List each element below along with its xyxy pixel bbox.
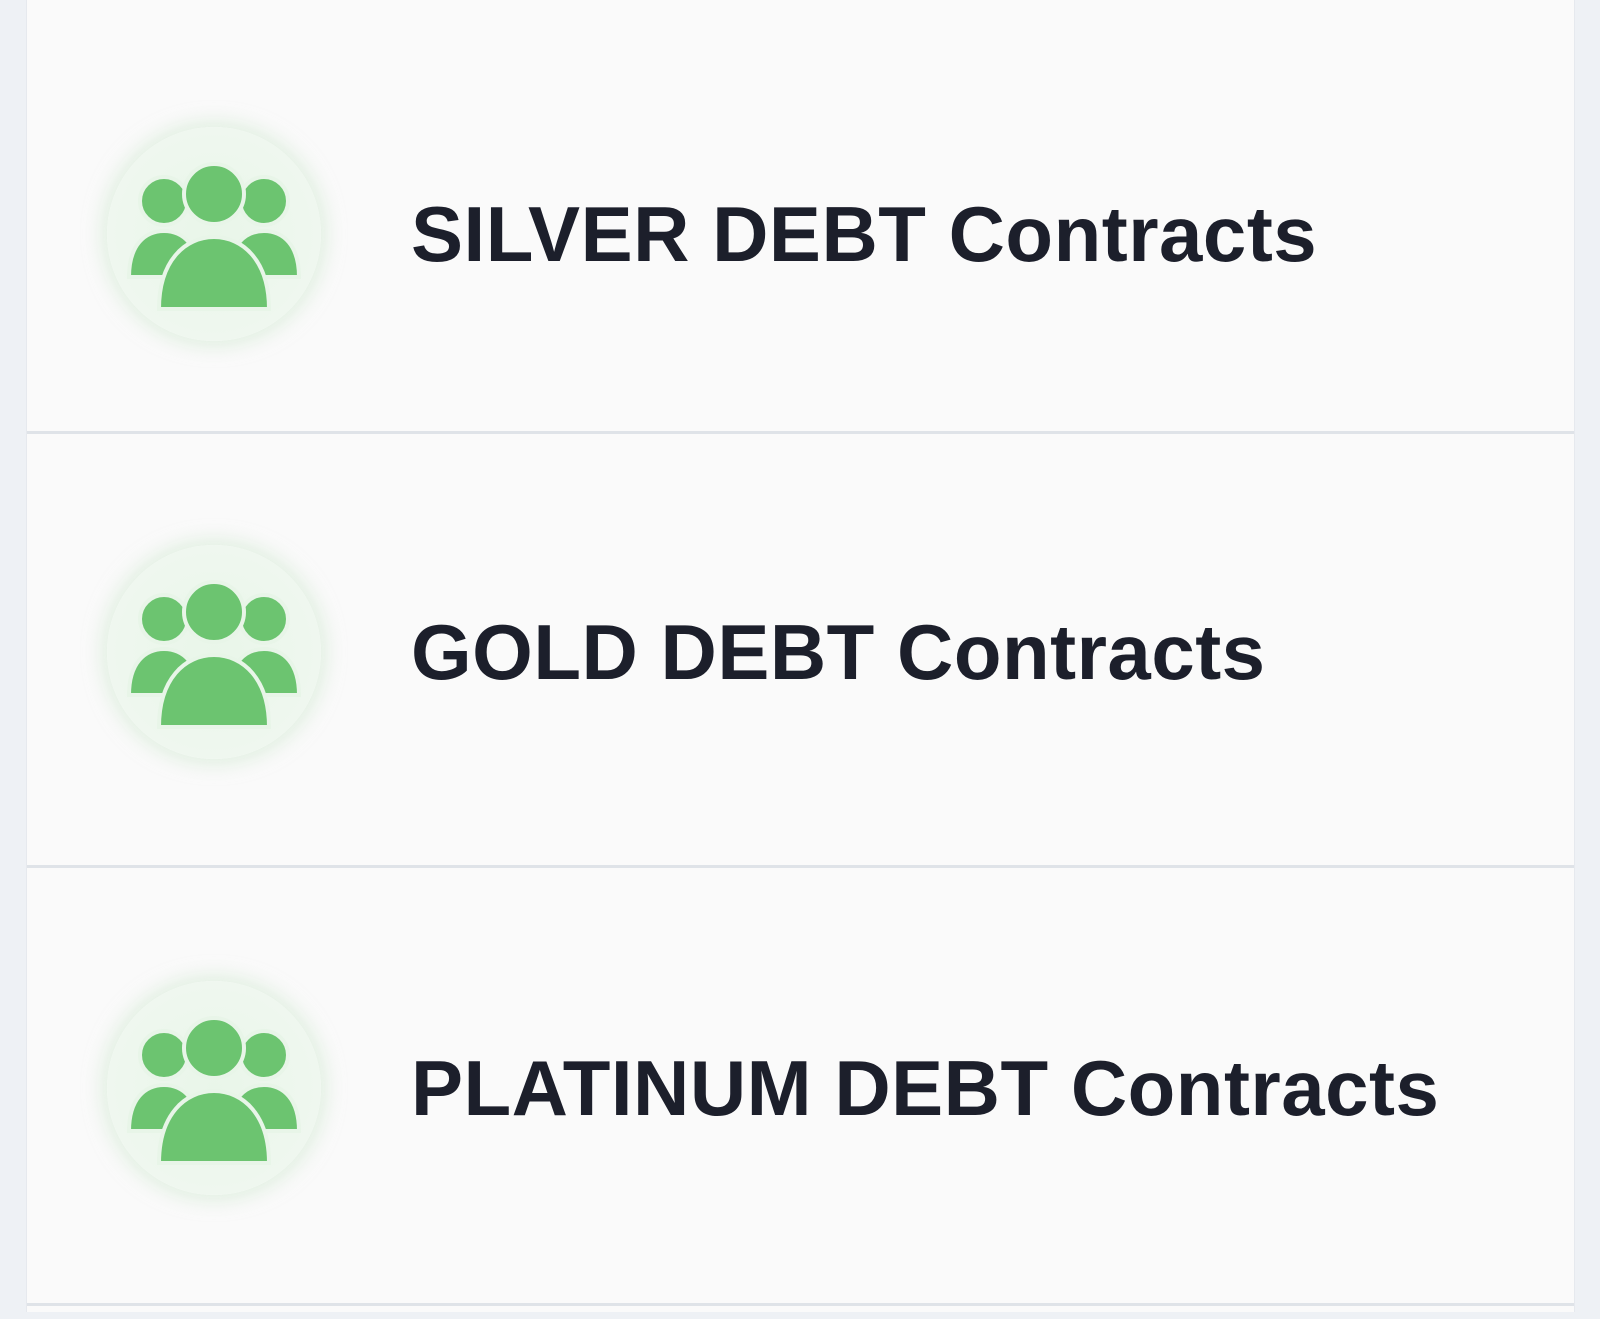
contract-label: PLATINUM DEBT Contracts: [411, 1043, 1440, 1132]
users-group-icon: [107, 981, 321, 1195]
contract-label: GOLD DEBT Contracts: [411, 607, 1266, 696]
users-group-icon: [107, 545, 321, 759]
divider: [27, 1303, 1574, 1306]
users-group-icon: [107, 127, 321, 341]
contract-label: SILVER DEBT Contracts: [411, 189, 1318, 278]
contract-item-gold[interactable]: GOLD DEBT Contracts: [27, 434, 1574, 866]
contract-item-silver[interactable]: SILVER DEBT Contracts: [27, 0, 1574, 432]
contracts-list: SILVER DEBT Contracts GOLD DEBT Contract…: [26, 0, 1575, 1312]
contract-item-platinum[interactable]: PLATINUM DEBT Contracts: [27, 868, 1574, 1304]
